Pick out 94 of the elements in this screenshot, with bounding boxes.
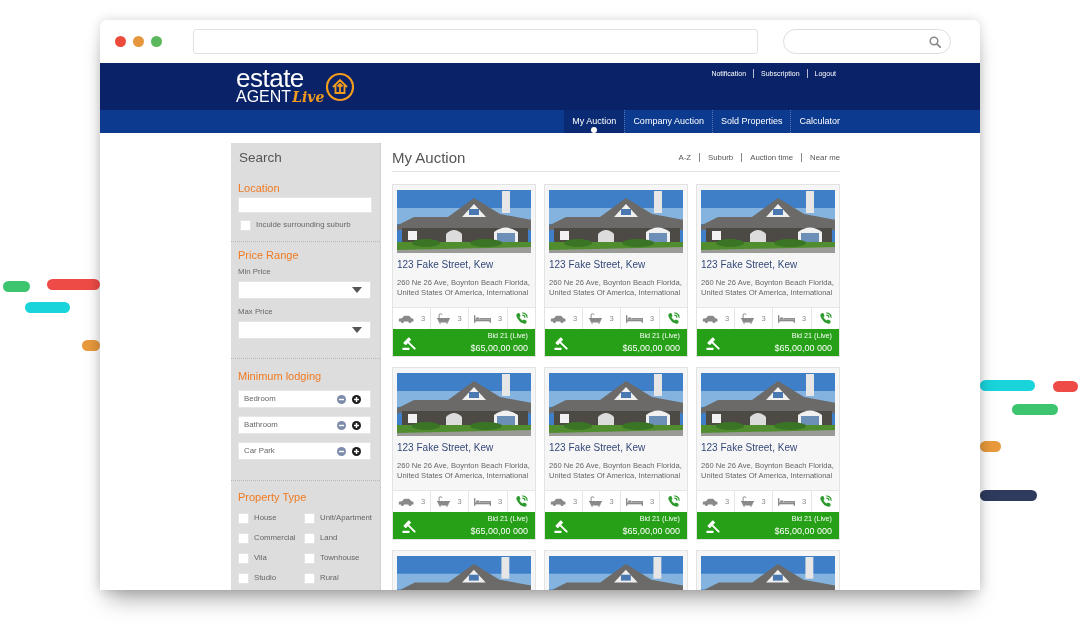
bathtub-icon [741, 496, 755, 507]
bathtub-icon [589, 496, 603, 507]
checkbox[interactable] [304, 552, 315, 564]
phone-icon[interactable] [667, 495, 680, 508]
bed-icon [473, 314, 491, 323]
logo-text: estate [236, 68, 304, 89]
page-title: My Auction [392, 147, 466, 168]
sidebar-title: Search [238, 149, 283, 167]
checkbox[interactable] [304, 532, 315, 544]
car-icon [549, 497, 566, 506]
checkbox[interactable] [238, 512, 249, 524]
decorative-dash [1012, 404, 1058, 415]
phone-icon[interactable] [819, 312, 832, 325]
price-text: $65,00,00 000 [774, 342, 832, 354]
car-icon [397, 497, 414, 506]
price-text: $65,00,00 000 [470, 525, 528, 537]
gavel-icon [402, 335, 416, 350]
listing-title: 123 Fake Street, Kew [396, 258, 495, 272]
bathtub-icon [437, 496, 451, 507]
decorative-dash [980, 380, 1035, 391]
checkbox[interactable] [238, 552, 249, 564]
decorative-dash [3, 281, 30, 292]
plus-icon[interactable] [352, 446, 361, 456]
bathtub-icon [437, 313, 451, 324]
car-icon [549, 314, 566, 323]
checkbox[interactable] [238, 572, 249, 584]
decorative-dash [980, 441, 1001, 452]
nav-tab[interactable]: Sold Properties [711, 110, 791, 133]
house-ring-icon [325, 71, 356, 102]
section-heading: Minimum lodging [238, 369, 323, 383]
bed-icon [625, 314, 643, 323]
gavel-icon [706, 518, 720, 533]
location-input[interactable] [238, 197, 372, 213]
listing-title: 123 Fake Street, Kew [548, 258, 647, 272]
price-text: $65,00,00 000 [470, 342, 528, 354]
bed-icon [777, 314, 795, 323]
gavel-icon [706, 335, 720, 350]
window-dot-icon[interactable] [115, 36, 126, 47]
checkbox[interactable] [304, 512, 315, 524]
phone-icon[interactable] [819, 495, 832, 508]
minus-icon[interactable] [337, 446, 346, 456]
window-dot-icon[interactable] [133, 36, 144, 47]
logo-text: AGENT [236, 89, 292, 105]
nav-tab[interactable]: My Auction [564, 110, 625, 133]
section-heading: Location [238, 181, 281, 195]
gavel-icon [554, 518, 568, 533]
decorative-dash [980, 490, 1037, 501]
listing-title: 123 Fake Street, Kew [700, 441, 799, 455]
price-text: $65,00,00 000 [622, 342, 680, 354]
logo[interactable]: estate AGENTLive [236, 68, 356, 105]
nav-tab[interactable]: Calculator [790, 110, 848, 133]
section-heading: Property Type [238, 490, 308, 504]
car-icon [397, 314, 414, 323]
bathtub-icon [589, 313, 603, 324]
listing-title: 123 Fake Street, Kew [548, 441, 647, 455]
phone-icon[interactable] [515, 312, 528, 325]
listing-title: 123 Fake Street, Kew [700, 258, 799, 272]
bed-icon [625, 497, 643, 506]
search-icon[interactable] [929, 35, 941, 48]
decorative-dash [1053, 381, 1078, 392]
select-field[interactable] [238, 321, 371, 339]
bed-icon [473, 497, 491, 506]
minus-icon[interactable] [337, 420, 346, 430]
minus-icon[interactable] [337, 394, 346, 404]
bed-icon [777, 497, 795, 506]
checkbox[interactable] [240, 219, 251, 231]
listing-card[interactable] [392, 550, 536, 590]
checkbox[interactable] [304, 572, 315, 584]
phone-icon[interactable] [515, 495, 528, 508]
decorative-dash [82, 340, 100, 351]
checkbox[interactable] [238, 532, 249, 544]
gavel-icon [402, 518, 416, 533]
decorative-dash [25, 302, 70, 313]
selected-dot-icon [591, 127, 598, 133]
listing-card[interactable] [544, 550, 688, 590]
price-text: $65,00,00 000 [622, 525, 680, 537]
plus-icon[interactable] [352, 394, 361, 404]
car-icon [701, 497, 718, 506]
car-icon [701, 314, 718, 323]
select-field[interactable] [238, 281, 371, 299]
caret-icon [352, 287, 362, 293]
price-text: $65,00,00 000 [774, 525, 832, 537]
bathtub-icon [741, 313, 755, 324]
plus-icon[interactable] [352, 420, 361, 430]
section-heading: Price Range [238, 248, 300, 262]
window-dot-icon[interactable] [151, 36, 162, 47]
nav-tab[interactable]: Company Auction [624, 110, 712, 133]
logo-script-text: Live [292, 89, 325, 105]
gavel-icon [554, 335, 568, 350]
decorative-dash [47, 279, 100, 290]
listing-card[interactable] [696, 550, 840, 590]
caret-icon [352, 327, 362, 333]
listing-title: 123 Fake Street, Kew [396, 441, 495, 455]
phone-icon[interactable] [667, 312, 680, 325]
